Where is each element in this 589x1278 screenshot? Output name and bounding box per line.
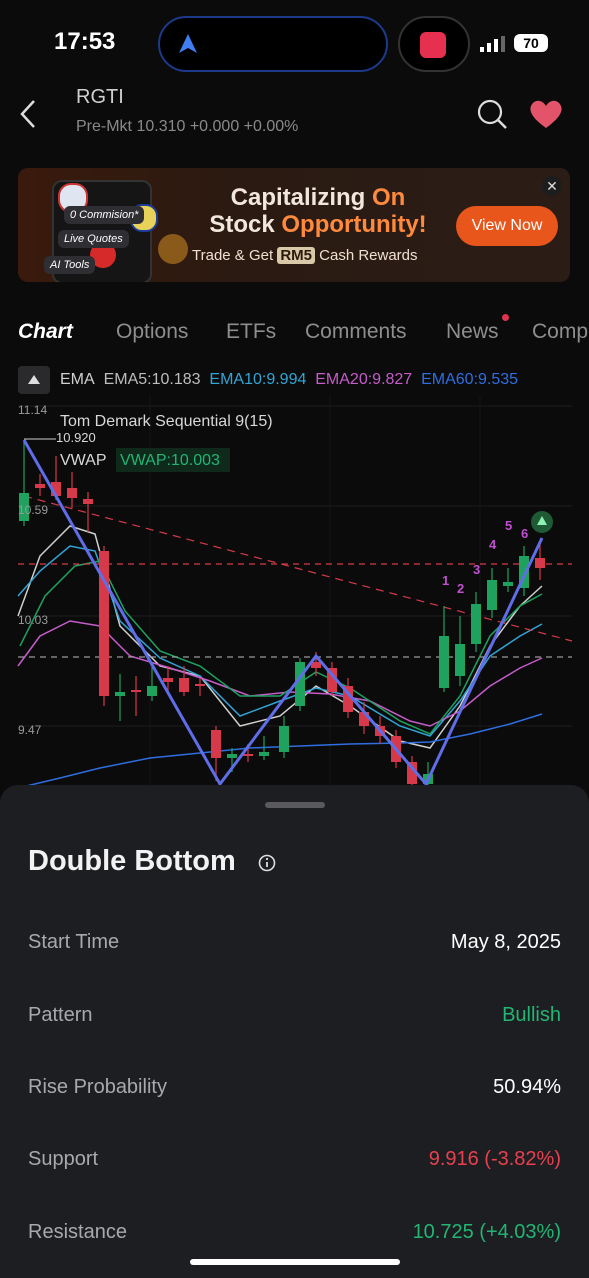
candle-body <box>439 636 449 688</box>
ema-line <box>17 525 543 749</box>
ema20-value: EMA20:9.827 <box>315 371 413 388</box>
pattern-label: Pattern <box>28 1004 93 1026</box>
y-tick-label: 10.03 <box>18 613 48 627</box>
promo-pill-commission: 0 Commision* <box>64 206 145 224</box>
tab-comments[interactable]: Comments <box>305 320 407 344</box>
resistance-value: 10.725 (+4.03%) <box>412 1221 561 1243</box>
y-tick-label: 10.59 <box>18 503 48 517</box>
vwap-label: VWAP <box>60 452 107 469</box>
ema-label: EMA <box>60 371 95 388</box>
start-time-value: May 8, 2025 <box>450 931 561 953</box>
ticker-symbol: RGTI <box>76 86 124 108</box>
navigation-arrow-icon <box>179 34 197 53</box>
banner-subtitle: Trade & Get RM5 Cash Rewards <box>192 247 418 264</box>
candle-body <box>211 730 221 758</box>
candlestick-chart[interactable]: 11.14 10.59 10.03 9.47 10.920 Tom Demark… <box>0 396 589 788</box>
candle-body <box>259 752 269 756</box>
triangle-up-icon <box>28 375 40 384</box>
candle-body <box>131 690 141 692</box>
live-activity[interactable] <box>398 16 470 72</box>
candles <box>19 441 545 788</box>
news-notification-dot <box>502 314 509 321</box>
resistance-label: Resistance <box>28 1221 127 1243</box>
td-count: 1 <box>442 573 449 588</box>
candle-body <box>195 684 205 686</box>
tab-news[interactable]: News <box>446 320 499 344</box>
td-count: 6 <box>521 526 528 541</box>
td-count: 3 <box>473 562 480 577</box>
td-counts: 1 2 3 4 5 6 <box>442 518 528 596</box>
rise-probability-value: 50.94% <box>493 1076 561 1098</box>
tab-chart[interactable]: Chart <box>18 320 73 344</box>
info-icon[interactable] <box>258 854 276 872</box>
candle-body <box>147 686 157 696</box>
td-count: 4 <box>489 537 497 552</box>
rise-probability-label: Rise Probability <box>28 1076 167 1098</box>
candle-body <box>535 558 545 568</box>
pattern-value: Bullish <box>502 1004 561 1026</box>
candle-body <box>279 726 289 752</box>
candle-body <box>83 499 93 504</box>
y-tick-label: 9.47 <box>18 723 42 737</box>
support-value: 9.916 (-3.82%) <box>428 1148 561 1170</box>
buy-signal-marker[interactable] <box>531 511 553 533</box>
favorite-heart-icon[interactable] <box>528 98 564 130</box>
candle-body <box>503 582 513 586</box>
ema5-value: EMA5:10.183 <box>103 371 201 388</box>
signal-icon <box>480 36 505 52</box>
candle-body <box>179 678 189 692</box>
back-arrow-icon[interactable] <box>18 98 38 130</box>
support-label: Support <box>28 1148 99 1170</box>
sheet-grabber[interactable] <box>265 802 325 808</box>
banner-title: Capitalizing On Stock Opportunity! <box>209 184 427 238</box>
candle-body <box>163 678 173 682</box>
pattern-title: Double Bottom <box>28 845 236 877</box>
candle-body <box>471 604 481 644</box>
y-tick-label: 11.14 <box>18 403 47 417</box>
dynamic-island[interactable] <box>158 16 388 72</box>
ema10-value: EMA10:9.994 <box>209 371 307 388</box>
search-icon[interactable] <box>476 98 508 130</box>
candle-body <box>67 488 77 498</box>
view-now-button[interactable]: View Now <box>456 206 558 246</box>
candle-body <box>227 754 237 758</box>
promo-pill-ai-tools: AI Tools <box>44 256 96 274</box>
app-icon <box>420 32 446 58</box>
close-banner-icon[interactable]: ✕ <box>542 176 562 196</box>
promo-banner[interactable]: 0 Commision* Live Quotes AI Tools Capita… <box>18 168 570 282</box>
coin-illustration <box>158 234 188 264</box>
candle-body <box>243 754 253 756</box>
high-price-label: 10.920 <box>56 430 96 445</box>
ema60-value: EMA60:9.535 <box>421 371 519 388</box>
home-indicator[interactable] <box>190 1259 400 1265</box>
promo-pill-quotes: Live Quotes <box>58 230 129 248</box>
premarket-quote: Pre-Mkt 10.310 +0.000 +0.00% <box>76 118 299 135</box>
vwap-value: VWAP:10.003 <box>120 452 220 469</box>
status-time: 17:53 <box>54 28 116 55</box>
candle-body <box>487 580 497 610</box>
battery-indicator: 70 <box>514 34 548 52</box>
candle-body <box>35 484 45 488</box>
start-time-label: Start Time <box>28 931 120 953</box>
tab-company[interactable]: Comp <box>532 320 588 344</box>
tab-etfs[interactable]: ETFs <box>226 320 276 344</box>
pattern-detail-sheet[interactable]: Double Bottom Start Time May 8, 2025 Pat… <box>0 785 589 1278</box>
indicator-collapse-button[interactable] <box>18 366 50 394</box>
tab-options[interactable]: Options <box>116 320 188 344</box>
td-sequential-label: Tom Demark Sequential 9(15) <box>60 413 273 430</box>
td-count: 2 <box>457 581 464 596</box>
candle-body <box>115 692 125 696</box>
ema-legend: EMA EMA5:10.183 EMA10:9.994 EMA20:9.827 … <box>60 371 518 389</box>
candle-body <box>455 644 465 676</box>
td-count: 5 <box>505 518 512 533</box>
